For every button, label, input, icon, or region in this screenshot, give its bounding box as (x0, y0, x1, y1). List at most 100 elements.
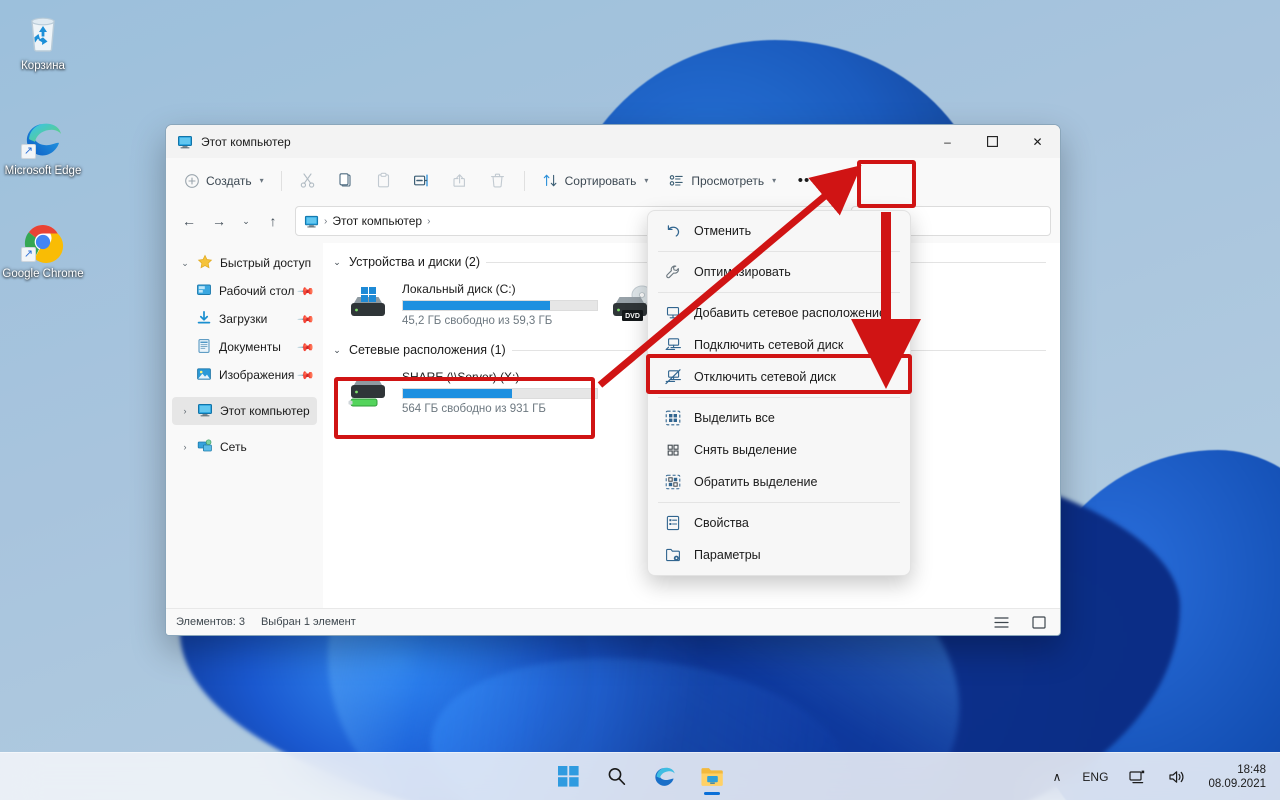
more-options-menu: Отменить Оптимизировать Добавить сетевое… (647, 210, 911, 576)
sort-button[interactable]: Сортировать ▾ (533, 165, 658, 197)
drive-item-share-x[interactable]: SHARE (\\Server) (X:) 564 ГБ свободно из… (343, 363, 605, 421)
recent-locations-button[interactable]: ⌄ (235, 207, 257, 235)
select-none-icon (664, 441, 683, 460)
documents-icon (196, 338, 214, 356)
window-minimize-button[interactable]: – (925, 125, 970, 158)
drive-usage-fill (403, 389, 512, 398)
menu-item-optimize[interactable]: Оптимизировать (651, 256, 907, 288)
local-disk-icon (347, 281, 393, 323)
sidebar-item-downloads[interactable]: Загрузки 📌 (172, 305, 317, 333)
add-network-location-icon (664, 304, 683, 323)
sidebar-item-quick-access[interactable]: ⌄ Быстрый доступ (172, 249, 317, 277)
menu-item-undo[interactable]: Отменить (651, 215, 907, 247)
menu-item-select-all[interactable]: Выделить все (651, 402, 907, 434)
menu-item-map-network-drive[interactable]: Подключить сетевой диск (651, 329, 907, 361)
status-bar: Элементов: 3 Выбран 1 элемент (166, 608, 1060, 635)
this-pc-icon (304, 214, 319, 229)
window-close-button[interactable]: ✕ (1015, 125, 1060, 158)
command-toolbar: Создать ▾ Сортировать ▾ Просмотреть ▾ ••… (166, 158, 1060, 203)
sidebar-item-pictures[interactable]: Изображения 📌 (172, 361, 317, 389)
desktop-icon-label: Корзина (21, 60, 65, 72)
sort-icon (543, 174, 557, 187)
desktop-icon-label: Microsoft Edge (4, 165, 82, 177)
taskbar: ∧ ENG 18:48 08.09.2021 (0, 752, 1280, 800)
new-button[interactable]: Создать ▾ (175, 165, 273, 197)
tray-overflow-button[interactable]: ∧ (1048, 766, 1067, 788)
drive-info: SHARE (\\Server) (X:) 564 ГБ свободно из… (402, 369, 599, 415)
downloads-icon (196, 310, 214, 328)
sidebar-item-label: Изображения (219, 368, 295, 382)
language-indicator[interactable]: ENG (1077, 766, 1113, 788)
search-button[interactable] (596, 757, 636, 797)
window-maximize-button[interactable] (970, 125, 1015, 158)
microsoft-edge-icon: ↗ (21, 117, 65, 161)
sidebar-item-desktop[interactable]: Рабочий стол 📌 (172, 277, 317, 305)
sidebar-item-network[interactable]: › Сеть (172, 433, 317, 461)
copy-button[interactable] (328, 165, 364, 197)
large-icons-view-icon[interactable] (1028, 612, 1050, 632)
file-explorer-button[interactable] (692, 757, 732, 797)
drive-item-local-disk-c[interactable]: Локальный диск (C:) 45,2 ГБ свободно из … (343, 275, 605, 333)
menu-item-add-network-location[interactable]: Добавить сетевое расположение (651, 297, 907, 329)
sidebar-item-this-pc[interactable]: › Этот компьютер (172, 397, 317, 425)
menu-item-properties[interactable]: Свойства (651, 507, 907, 539)
paste-button[interactable] (366, 165, 402, 197)
desktop-icon-microsoft-edge[interactable]: ↗ Microsoft Edge (0, 111, 86, 188)
desktop-icon-list: Корзина ↗ Microsoft Edge ↗ Google Chrome (0, 6, 86, 291)
menu-item-disconnect-network-drive[interactable]: Отключить сетевой диск (651, 361, 907, 393)
toolbar-divider (280, 170, 282, 191)
up-button[interactable]: ↑ (259, 207, 287, 235)
clock[interactable]: 18:48 08.09.2021 (1202, 761, 1272, 793)
breadcrumb-separator: › (427, 215, 431, 227)
window-title-group: Этот компьютер (166, 134, 925, 150)
chevron-down-icon[interactable]: ⌄ (178, 258, 192, 269)
menu-item-label: Свойства (694, 516, 749, 530)
view-icon (670, 175, 684, 186)
chevron-right-icon[interactable]: › (178, 442, 192, 452)
chevron-down-icon[interactable]: ⌄ (331, 345, 343, 356)
window-title: Этот компьютер (201, 134, 291, 149)
share-button[interactable] (442, 165, 478, 197)
chevron-down-icon[interactable]: ⌄ (331, 257, 343, 268)
view-button[interactable]: Просмотреть ▾ (659, 165, 785, 197)
network-tray-icon[interactable] (1124, 765, 1152, 789)
desktop-icon-google-chrome[interactable]: ↗ Google Chrome (0, 214, 86, 291)
file-explorer-window: Этот компьютер – ✕ Создать ▾ Сортировать… (165, 124, 1061, 636)
edge-button[interactable] (644, 757, 684, 797)
menu-item-invert-selection[interactable]: Обратить выделение (651, 466, 907, 498)
network-icon (197, 438, 215, 456)
start-icon (557, 766, 579, 787)
cut-icon (300, 173, 315, 188)
pin-icon: 📌 (296, 338, 315, 357)
options-icon (664, 546, 683, 565)
navigation-pane: ⌄ Быстрый доступ Рабочий стол 📌 Загрузки… (166, 243, 323, 608)
plus-circle-icon (185, 173, 199, 188)
rename-button[interactable] (404, 165, 440, 197)
system-tray: ∧ ENG 18:48 08.09.2021 (1048, 761, 1272, 793)
window-titlebar: Этот компьютер – ✕ (166, 125, 1060, 158)
desktop-icon-recycle-bin[interactable]: Корзина (0, 6, 86, 83)
new-button-label: Создать (206, 173, 252, 188)
menu-item-select-none[interactable]: Снять выделение (651, 434, 907, 466)
details-view-icon[interactable] (990, 612, 1012, 632)
sidebar-item-documents[interactable]: Документы 📌 (172, 333, 317, 361)
more-options-button[interactable]: ••• (787, 165, 827, 197)
selection-count: Выбран 1 элемент (260, 616, 356, 628)
start-button[interactable] (548, 757, 588, 797)
chevron-right-icon[interactable]: › (178, 406, 192, 416)
copy-icon (339, 173, 351, 187)
forward-button[interactable]: → (205, 207, 233, 235)
back-button[interactable]: ← (175, 207, 203, 235)
this-pc-icon (197, 402, 215, 420)
cut-button[interactable] (290, 165, 326, 197)
delete-button[interactable] (480, 165, 516, 197)
menu-item-label: Параметры (694, 548, 761, 562)
volume-tray-icon[interactable] (1163, 765, 1191, 789)
breadcrumb-this-pc[interactable]: Этот компьютер (332, 214, 422, 228)
menu-item-options[interactable]: Параметры (651, 539, 907, 571)
wrench-icon (664, 263, 683, 282)
delete-icon (491, 173, 505, 188)
drive-name: SHARE (\\Server) (X:) (402, 370, 520, 384)
pin-icon: 📌 (296, 310, 315, 329)
